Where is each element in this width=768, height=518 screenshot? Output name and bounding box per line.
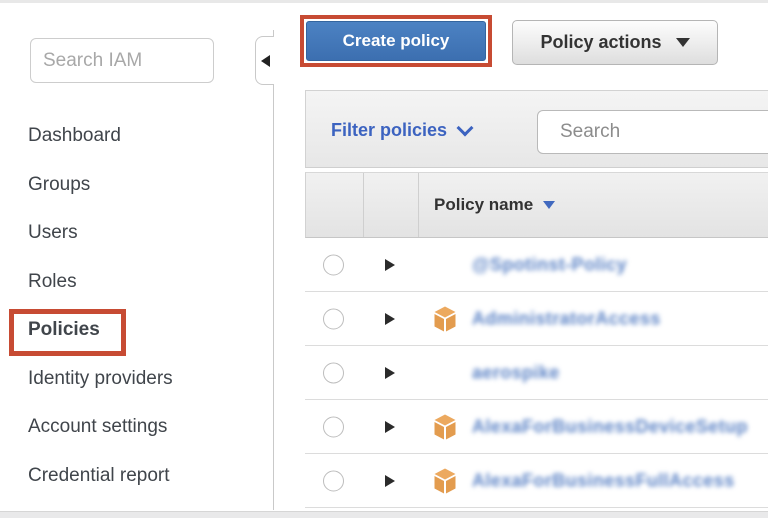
aws-managed-cube-icon <box>433 468 457 494</box>
policy-name-link[interactable]: AlexaForBusinessDeviceSetup <box>472 416 748 437</box>
sidebar-collapse-button[interactable] <box>255 36 274 85</box>
left-arrow-icon <box>261 55 270 67</box>
iam-policies-page: DashboardGroupsUsersRolesPoliciesIdentit… <box>0 0 768 518</box>
policy-search-input[interactable] <box>558 120 768 144</box>
table-header-row: Policy name <box>305 172 768 238</box>
filter-policies-dropdown[interactable]: Filter policies <box>331 91 471 169</box>
sidebar-item-credential-report[interactable]: Credential report <box>28 452 173 501</box>
expander-triangle-icon[interactable] <box>385 259 395 271</box>
radio-button[interactable] <box>323 254 344 275</box>
table-row: aerospike <box>305 346 768 400</box>
column-divider <box>363 173 364 237</box>
policy-actions-label: Policy actions <box>540 32 661 53</box>
radio-button[interactable] <box>323 308 344 329</box>
chevron-down-icon <box>457 120 474 137</box>
sidebar-divider <box>273 30 274 510</box>
sidebar-item-policies[interactable]: Policies <box>28 306 173 355</box>
sidebar-item-dashboard[interactable]: Dashboard <box>28 112 173 161</box>
policy-table-rows: @Spotinst-Policy AdministratorAccess aeros… <box>305 238 768 508</box>
create-policy-annotation-box: Create policy <box>300 15 492 67</box>
expander-triangle-icon[interactable] <box>385 475 395 487</box>
sort-caret-down-icon <box>543 201 555 209</box>
top-edge-strip <box>0 0 768 3</box>
sidebar-item-identity-providers[interactable]: Identity providers <box>28 355 173 404</box>
caret-down-icon <box>676 38 690 47</box>
create-policy-button[interactable]: Create policy <box>306 21 486 61</box>
search-iam-input[interactable] <box>30 38 214 83</box>
expander-triangle-icon[interactable] <box>385 313 395 325</box>
column-divider <box>418 173 419 237</box>
policy-search-box[interactable] <box>537 110 768 154</box>
filter-policies-label: Filter policies <box>331 120 447 141</box>
radio-button[interactable] <box>323 362 344 383</box>
table-row: @Spotinst-Policy <box>305 238 768 292</box>
aws-managed-cube-icon <box>433 306 457 332</box>
column-header-policy-name[interactable]: Policy name <box>434 173 555 237</box>
sidebar-item-users[interactable]: Users <box>28 209 173 258</box>
policy-name-link[interactable]: AdministratorAccess <box>472 308 661 329</box>
bottom-edge-strip <box>0 511 768 518</box>
expander-triangle-icon[interactable] <box>385 421 395 433</box>
expander-triangle-icon[interactable] <box>385 367 395 379</box>
table-row: AlexaForBusinessDeviceSetup <box>305 400 768 454</box>
policy-name-link[interactable]: aerospike <box>472 362 560 383</box>
table-row: AdministratorAccess <box>305 292 768 346</box>
table-row: AlexaForBusinessFullAccess <box>305 454 768 508</box>
radio-button[interactable] <box>323 416 344 437</box>
policy-name-header-label: Policy name <box>434 195 533 215</box>
radio-button[interactable] <box>323 470 344 491</box>
policy-name-link[interactable]: AlexaForBusinessFullAccess <box>472 470 735 491</box>
sidebar-item-account-settings[interactable]: Account settings <box>28 403 173 452</box>
policy-name-link[interactable]: @Spotinst-Policy <box>472 254 627 275</box>
aws-managed-cube-icon <box>433 414 457 440</box>
filter-bar: Filter policies <box>305 90 768 168</box>
sidebar-item-groups[interactable]: Groups <box>28 161 173 210</box>
sidebar-nav-list: DashboardGroupsUsersRolesPoliciesIdentit… <box>28 112 173 500</box>
policy-actions-button[interactable]: Policy actions <box>512 20 718 65</box>
sidebar-item-roles[interactable]: Roles <box>28 258 173 307</box>
